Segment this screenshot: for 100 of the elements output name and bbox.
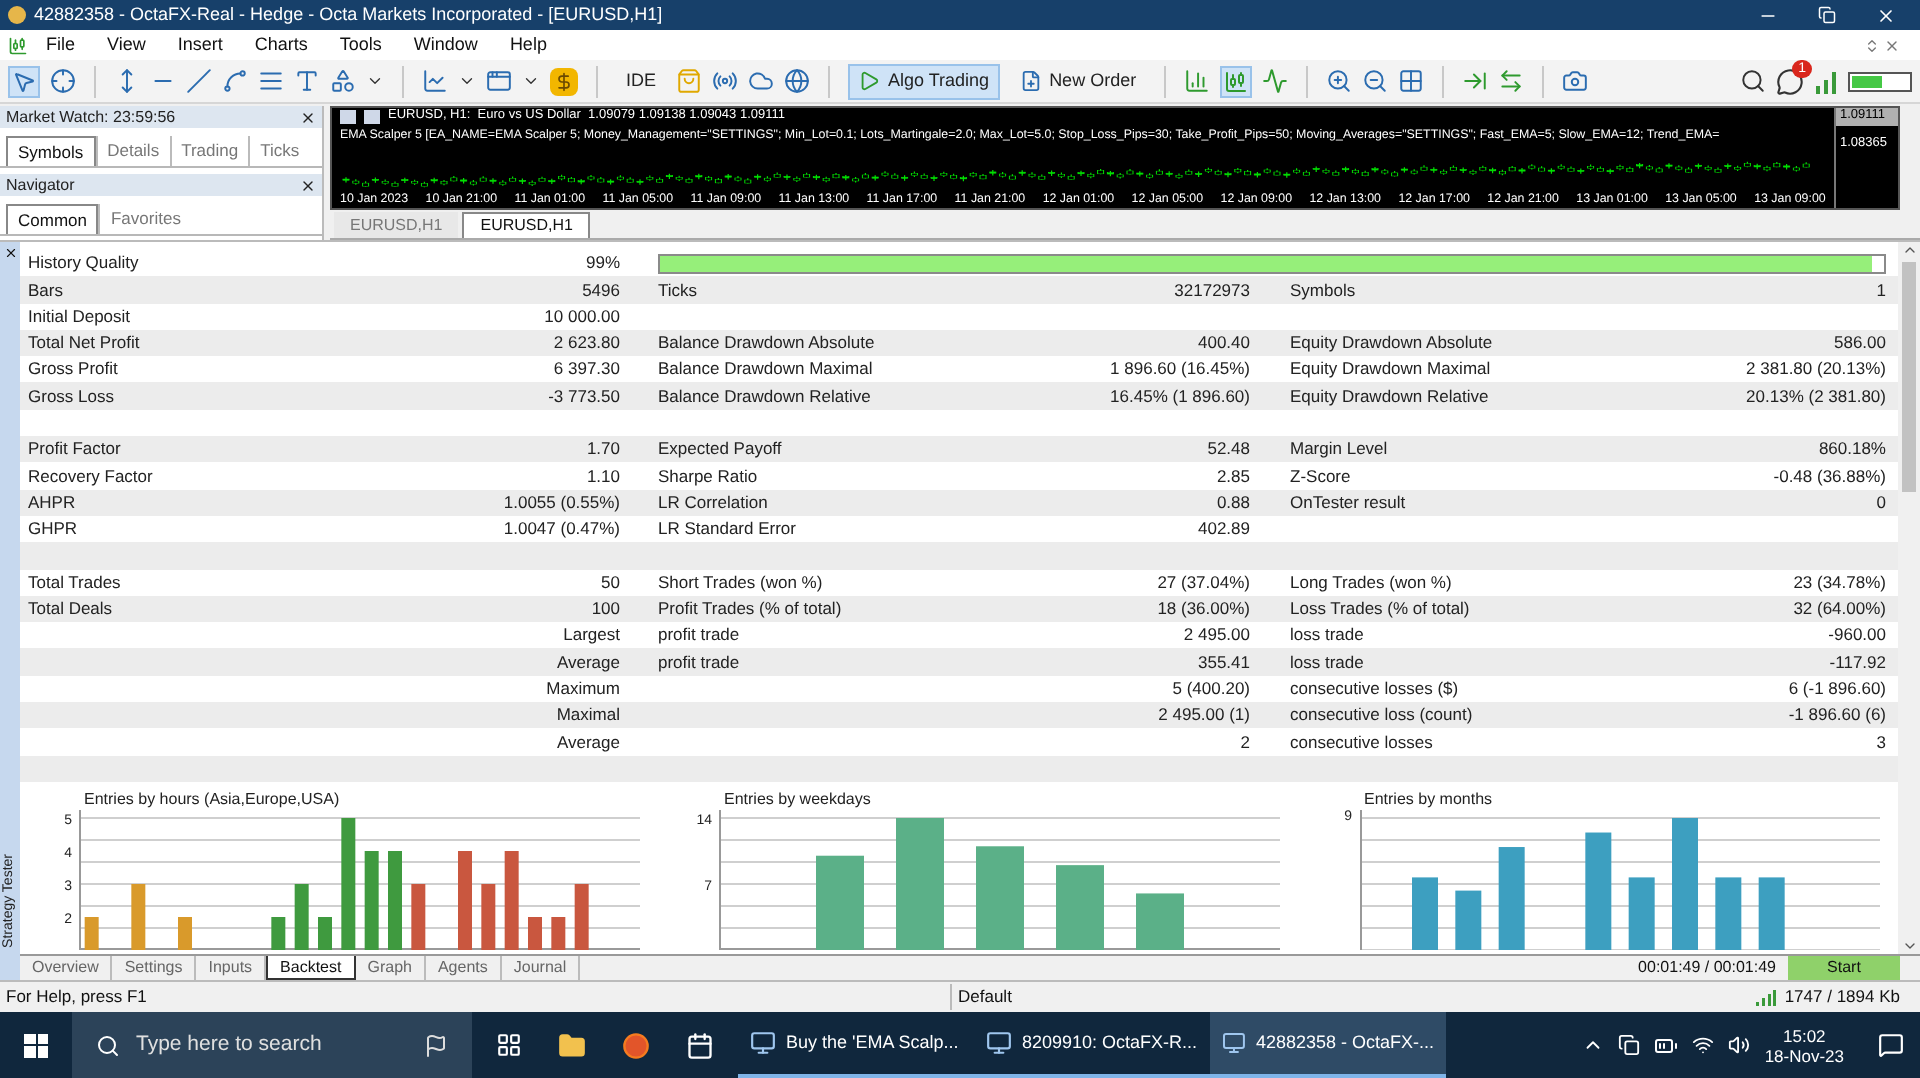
wifi-icon[interactable] (1692, 1034, 1715, 1056)
stat-value: 5496 (580, 277, 620, 303)
chart-tab[interactable]: EURUSD,H1 (462, 212, 591, 238)
taskbar-app[interactable]: Buy the 'EMA Scalp... (738, 1012, 974, 1078)
folder-icon[interactable] (558, 1031, 586, 1059)
stat-value: -3 773.50 (546, 383, 620, 409)
scroll-up-icon[interactable] (1901, 242, 1917, 258)
signal-icon[interactable] (712, 68, 739, 94)
stat-label: Z-Score (1290, 463, 1353, 489)
panel-tab[interactable]: Trading (169, 136, 249, 166)
cursor-button[interactable] (8, 65, 40, 97)
cloud-icon[interactable] (748, 68, 775, 94)
autoscroll-icon[interactable] (1498, 68, 1525, 94)
stat-value: 52.48 (1205, 436, 1250, 463)
text-icon[interactable] (294, 68, 320, 94)
chart-bar (1758, 877, 1785, 950)
globe-icon[interactable] (784, 68, 811, 94)
close-icon[interactable] (300, 109, 316, 125)
stat-label: Symbols (1290, 277, 1358, 303)
menu-item[interactable]: View (93, 31, 160, 59)
stat-label: Short Trades (won %) (658, 569, 825, 596)
battery-icon[interactable] (1654, 1033, 1679, 1057)
stat-value: Maximum (544, 676, 620, 702)
crosshair-icon[interactable] (50, 68, 76, 94)
stat-label: Bars (28, 277, 65, 303)
caret-icon[interactable] (366, 72, 384, 90)
channel-icon[interactable] (258, 68, 284, 94)
caret-icon[interactable] (458, 72, 476, 90)
grid-icon[interactable] (1398, 68, 1425, 94)
line-icon[interactable] (1262, 68, 1289, 94)
speaker-icon[interactable] (1728, 1034, 1751, 1056)
menu-item[interactable]: Tools (325, 31, 396, 59)
start-button[interactable]: Start (1788, 956, 1900, 980)
chart-bar (318, 916, 332, 950)
search-icon[interactable] (1740, 68, 1766, 94)
chart-bar (341, 817, 356, 950)
close-icon[interactable] (1876, 5, 1896, 25)
search-field[interactable]: Type here to search (72, 1012, 472, 1078)
algo-trading-button[interactable]: Algo Trading (848, 63, 1000, 99)
panel-tab[interactable]: Details (95, 136, 170, 166)
caret-icon[interactable] (522, 72, 540, 90)
stat-value: 20.13% (2 381.80) (1744, 383, 1886, 409)
zoom-in-icon[interactable] (1326, 68, 1353, 94)
stat-label: profit trade (658, 649, 742, 675)
tester-tab[interactable]: Backtest (266, 956, 356, 980)
stat-value: 0 (1874, 489, 1886, 516)
device-icon[interactable] (1618, 1034, 1641, 1056)
stat-label: profit trade (658, 622, 742, 649)
dollar-icon[interactable] (550, 67, 578, 95)
panel-tab[interactable]: Symbols (6, 136, 96, 166)
menu-item[interactable]: Insert (163, 31, 237, 59)
panel-tab[interactable]: Ticks (248, 136, 310, 166)
scrollbar[interactable] (1898, 242, 1920, 954)
close-icon[interactable] (3, 246, 17, 260)
camera-icon[interactable] (1562, 68, 1589, 94)
zoom-out-icon[interactable] (1362, 68, 1389, 94)
stat-value: 1.0047 (0.47%) (501, 516, 620, 542)
stat-label: Total Net Profit (28, 330, 142, 356)
task-view-icon[interactable] (496, 1032, 522, 1058)
taskbar-app[interactable]: 42882358 - OctaFX-... (1210, 1012, 1446, 1078)
stat-label: Balance Drawdown Absolute (658, 330, 877, 356)
stat-label: Sharpe Ratio (658, 463, 760, 489)
stat-value: 400.40 (1196, 330, 1250, 356)
close-icon[interactable] (300, 177, 316, 193)
ide-button[interactable]: IDE (616, 63, 667, 99)
panel-tab[interactable]: Favorites (98, 204, 191, 234)
menu-item[interactable]: File (32, 31, 90, 59)
panel-tab[interactable]: Common (6, 204, 99, 234)
candlestick-button[interactable] (1220, 65, 1253, 97)
trend-line-icon[interactable] (186, 68, 212, 94)
chart-bar (1412, 877, 1438, 950)
windows-logo-icon[interactable] (24, 1033, 48, 1057)
stat-label: AHPR (28, 489, 78, 516)
calendar-icon[interactable] (686, 1031, 714, 1059)
chart-title: Entries by hours (Asia,Europe,USA) (82, 787, 342, 810)
menu-item[interactable]: Window (399, 31, 492, 59)
menu-item[interactable]: Help (495, 31, 561, 59)
chart-bar (816, 855, 864, 950)
new-order-button[interactable]: New Order (1009, 63, 1147, 99)
chart-bar (178, 916, 192, 950)
app-icon (750, 1030, 776, 1056)
stat-value: 2 495.00 (1181, 622, 1250, 649)
bar-chart-icon[interactable] (1184, 68, 1211, 94)
template-icon[interactable] (486, 68, 512, 94)
scroll-down-icon[interactable] (1901, 938, 1917, 954)
shapes-icon[interactable] (330, 68, 356, 94)
spline-icon[interactable] (222, 68, 248, 94)
price-chart[interactable] (330, 106, 1900, 210)
stat-label: History Quality (28, 250, 141, 277)
browser-icon[interactable] (622, 1031, 650, 1059)
chart-tab[interactable]: EURUSD,H1 (334, 212, 459, 238)
candlestick-icon (1224, 69, 1249, 93)
restore-icon[interactable] (1818, 6, 1836, 24)
scrollbar-thumb[interactable] (1902, 262, 1916, 492)
shift-icon[interactable] (1462, 68, 1489, 94)
menu-item[interactable]: Charts (240, 31, 322, 59)
line-chart-icon[interactable] (422, 68, 448, 94)
flag-icon (424, 1033, 448, 1057)
notifications-icon[interactable] (1878, 1032, 1904, 1058)
clock-date: 18-Nov-23 (1764, 1045, 1844, 1065)
